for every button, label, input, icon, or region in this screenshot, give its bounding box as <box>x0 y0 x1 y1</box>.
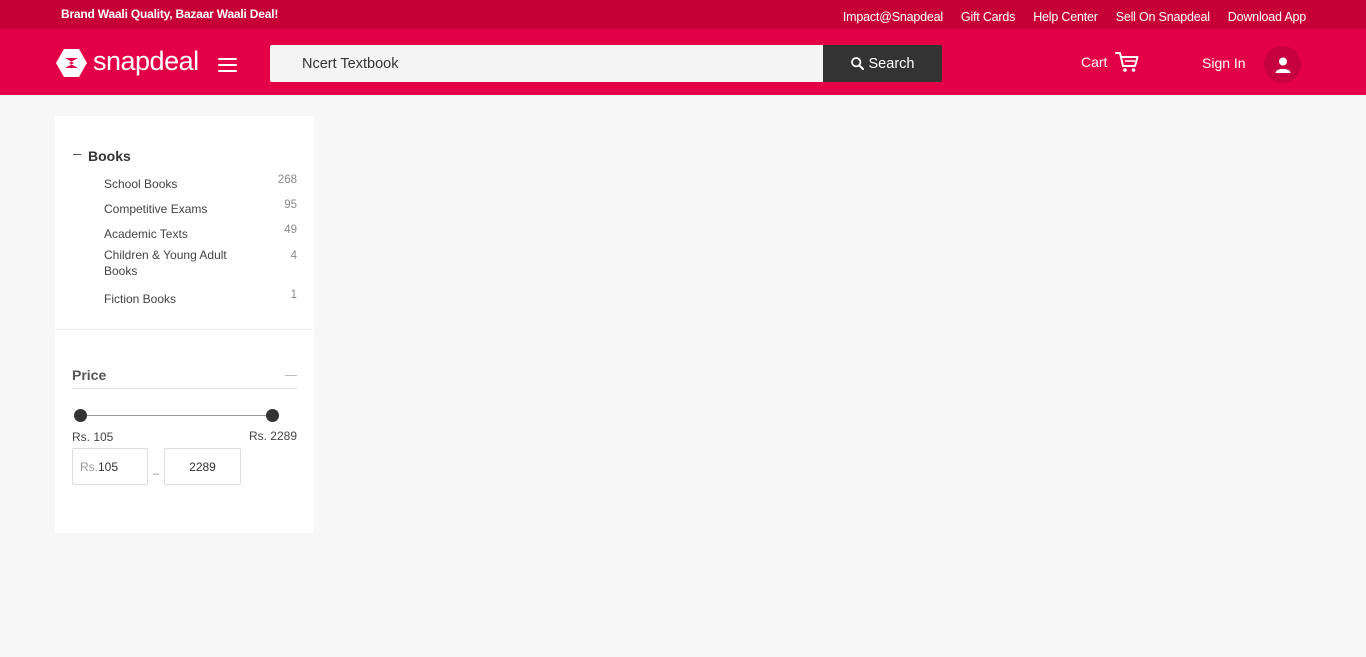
category-item-competitive-exams[interactable]: Competitive Exams 95 <box>104 199 297 217</box>
sign-in-link[interactable]: Sign In <box>1202 55 1246 71</box>
logo[interactable]: snapdeal <box>56 46 199 77</box>
logo-text: snapdeal <box>93 46 199 76</box>
search-icon <box>850 57 864 70</box>
price-min-value: 105 <box>98 459 119 474</box>
price-max-label: Rs. 2289 <box>248 429 297 443</box>
category-item-children-young-adult[interactable]: Children & Young Adult Books 4 <box>104 247 297 279</box>
tagline: Brand Waali Quality, Bazaar Waali Deal! <box>61 6 279 21</box>
price-min-label: Rs. 105 <box>72 430 114 444</box>
category-count: 4 <box>290 250 297 262</box>
category-title: Books <box>88 148 131 164</box>
link-gift-cards[interactable]: Gift Cards <box>961 10 1015 24</box>
cart-label: Cart <box>1081 54 1108 70</box>
category-list: School Books 268 Competitive Exams 95 Ac… <box>73 174 297 307</box>
category-item-academic-texts[interactable]: Academic Texts 49 <box>104 224 297 242</box>
user-avatar-icon <box>1275 57 1290 73</box>
top-strip: Brand Waali Quality, Bazaar Waali Deal! … <box>0 0 1366 29</box>
price-header: Price <box>72 367 297 389</box>
category-item-fiction-books[interactable]: Fiction Books 1 <box>104 289 297 307</box>
cart-button[interactable]: Cart <box>1081 51 1139 73</box>
price-min-input[interactable]: Rs. 105 <box>72 448 148 485</box>
snapdeal-logo-icon <box>56 49 87 77</box>
category-count: 1 <box>290 289 297 301</box>
category-count: 49 <box>284 224 297 236</box>
search-button-label: Search <box>868 55 915 72</box>
price-slider-max-handle[interactable] <box>266 409 279 422</box>
price-min-prefix: Rs. <box>80 459 98 474</box>
search-button[interactable]: Search <box>823 45 942 82</box>
price-max-value: 2289 <box>189 459 216 474</box>
search-input[interactable] <box>270 45 823 82</box>
menu-icon[interactable] <box>218 58 237 72</box>
price-inputs: Rs. 105 – 2289 <box>72 448 297 485</box>
filter-sidebar: Books School Books 268 Competitive Exams… <box>55 116 314 533</box>
top-links: Impact@Snapdeal Gift Cards Help Center S… <box>843 10 1306 24</box>
price-slider[interactable] <box>72 409 297 423</box>
category-label: Competitive Exams <box>104 202 208 216</box>
search-bar: Search <box>270 45 942 82</box>
price-title: Price <box>72 367 107 383</box>
price-filter: Price Rs. 105 Rs. 2289 Rs. 105 – 2289 <box>55 330 314 485</box>
category-label: School Books <box>104 177 178 191</box>
price-max-input[interactable]: 2289 <box>164 448 241 485</box>
category-filter: Books School Books 268 Competitive Exams… <box>55 116 314 330</box>
category-item-school-books[interactable]: School Books 268 <box>104 174 297 192</box>
user-icon[interactable] <box>1264 46 1301 83</box>
link-help-center[interactable]: Help Center <box>1033 10 1098 24</box>
category-label: Children & Young Adult Books <box>104 248 227 278</box>
price-range-labels: Rs. 105 Rs. 2289 <box>72 429 297 444</box>
price-range-separator: – <box>152 467 160 480</box>
category-count: 95 <box>284 199 297 211</box>
collapse-icon <box>73 154 81 155</box>
cart-icon <box>1115 52 1139 72</box>
link-download-app[interactable]: Download App <box>1228 10 1306 24</box>
link-sell-on-snapdeal[interactable]: Sell On Snapdeal <box>1116 10 1210 24</box>
category-label: Fiction Books <box>104 292 177 306</box>
price-slider-track <box>80 415 272 416</box>
header: snapdeal Search Cart Sign In <box>0 29 1366 95</box>
category-toggle[interactable]: Books <box>73 148 297 164</box>
price-slider-min-handle[interactable] <box>74 409 87 422</box>
category-label: Academic Texts <box>104 227 188 241</box>
link-impact[interactable]: Impact@Snapdeal <box>843 10 943 24</box>
price-collapse-icon[interactable] <box>285 374 297 376</box>
category-count: 268 <box>277 174 297 186</box>
